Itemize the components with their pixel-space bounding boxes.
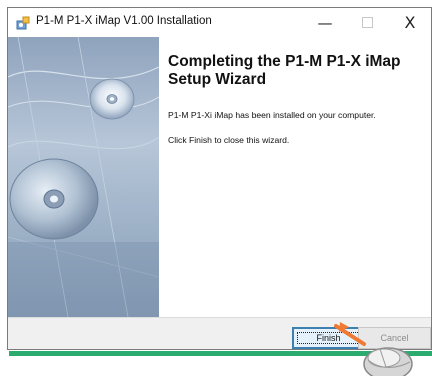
installer-window: P1-M P1-X iMap V1.00 Installation — X Co… <box>7 7 432 350</box>
mouse-icon <box>334 322 413 376</box>
wizard-heading: Completing the P1-M P1-X iMap Setup Wiza… <box>168 53 401 88</box>
finish-instruction: Click Finish to close this wizard. <box>168 135 290 145</box>
installer-icon <box>16 16 30 30</box>
window-title: P1-M P1-X iMap V1.00 Installation <box>36 15 212 27</box>
close-button[interactable]: X <box>389 8 431 37</box>
maximize-button <box>346 8 388 37</box>
minimize-icon: — <box>317 13 333 32</box>
side-banner-art <box>8 37 159 317</box>
installed-message: P1-M P1-Xi iMap has been installed on yo… <box>168 110 376 120</box>
close-icon: X <box>404 13 416 32</box>
wizard-content: Completing the P1-M P1-X iMap Setup Wiza… <box>8 37 431 317</box>
cd-disc-graphic <box>8 37 159 317</box>
title-bar: P1-M P1-X iMap V1.00 Installation — X <box>8 8 431 37</box>
maximize-icon <box>361 17 373 28</box>
minimize-button[interactable]: — <box>304 8 346 37</box>
